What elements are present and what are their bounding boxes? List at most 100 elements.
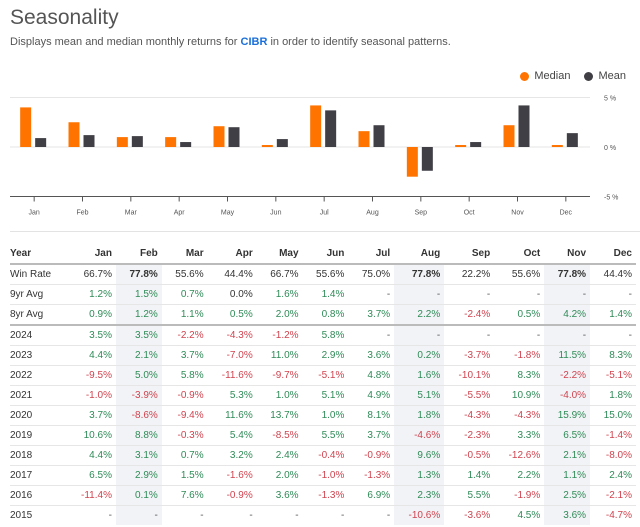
column-header-aug: Aug (394, 244, 445, 265)
mean-bar-feb (83, 135, 95, 147)
x-tick-label: Feb (76, 210, 88, 217)
table-cell: 3.1% (115, 445, 162, 466)
table-cell: 15.9% (544, 405, 591, 426)
table-cell: 3.6% (348, 345, 395, 366)
table-cell: 1.5% (115, 284, 162, 305)
table-row: 2022 -9.5% 5.0% 5.8% -11.6% -9.7% -5.1% 4.8% 1.6… (10, 365, 636, 386)
column-header-may: May (256, 244, 303, 265)
table-cell: 3.2% (207, 445, 257, 466)
table-cell: 10.6% (66, 425, 116, 446)
table-cell: -5.5% (444, 385, 495, 406)
row-label: 2020 (10, 405, 67, 426)
table-cell: 0.8% (302, 304, 349, 326)
table-cell: -1.9% (494, 485, 545, 506)
table-cell: 2.2% (494, 465, 545, 486)
table-cell: 4.2% (544, 304, 591, 326)
table-cell: 2.2% (394, 304, 445, 326)
table-cell: -1.0% (302, 465, 349, 486)
table-cell: 8.1% (348, 405, 395, 426)
table-cell: 1.4% (302, 284, 349, 305)
row-label: Win Rate (10, 263, 67, 285)
table-cell: 1.0% (256, 385, 303, 406)
table-cell: -1.3% (348, 465, 395, 486)
column-header-mar: Mar (161, 244, 208, 265)
table-cell: 0.5% (494, 304, 545, 326)
x-tick-label: Dec (560, 210, 573, 217)
table-cell: -9.4% (161, 405, 208, 426)
table-cell: 6.9% (348, 485, 395, 506)
median-bar-mar (116, 137, 128, 147)
table-cell: -2.1% (590, 485, 636, 506)
mean-bar-sep (421, 147, 433, 171)
table-cell: 5.8% (161, 365, 208, 386)
legend-item-median[interactable]: Median (520, 70, 570, 82)
table-cell: -1.3% (302, 485, 349, 506)
table-cell: - (302, 505, 349, 525)
table-cell: -12.6% (494, 445, 545, 466)
table-row: 2017 6.5% 2.9% 1.5% -1.6% 2.0% -1.0% -1.3% 1.3% 1… (10, 465, 636, 486)
row-label: 2018 (10, 445, 67, 466)
table-cell: -0.9% (348, 445, 395, 466)
table-cell: -4.0% (544, 385, 591, 406)
table-cell: - (66, 505, 116, 525)
table-row: 9yr Avg 1.2% 1.5% 0.7% 0.0% 1.6% 1.4% - - - - - - (10, 284, 636, 305)
column-header-apr: Apr (207, 244, 257, 265)
table-cell: 10.9% (494, 385, 545, 406)
column-header-dec: Dec (590, 244, 636, 265)
column-header-jun: Jun (302, 244, 349, 265)
table-cell: -4.3% (444, 405, 495, 426)
table-cell: 4.9% (348, 385, 395, 406)
table-cell: -4.7% (590, 505, 636, 525)
table-cell: 5.0% (115, 365, 162, 386)
table-cell: 0.5% (207, 304, 257, 326)
table-cell: 44.4% (207, 263, 257, 285)
table-cell: 3.7% (348, 304, 395, 326)
median-bar-may (213, 126, 225, 147)
column-header-sep: Sep (444, 244, 495, 265)
median-bar-jan (20, 107, 32, 147)
table-cell: -9.7% (256, 365, 303, 386)
table-cell: -0.9% (161, 385, 208, 406)
table-cell: -1.6% (207, 465, 257, 486)
table-cell: 0.9% (66, 304, 116, 326)
table-cell: 0.1% (115, 485, 162, 506)
table-cell: 2.5% (544, 485, 591, 506)
table-cell: -3.7% (444, 345, 495, 366)
table-cell: 3.6% (256, 485, 303, 506)
mean-dot-icon (584, 71, 594, 81)
table-cell: 7.6% (161, 485, 208, 506)
table-cell: 11.5% (544, 345, 591, 366)
table-cell: 5.1% (302, 385, 349, 406)
table-cell: 2.3% (394, 485, 445, 506)
table-cell: -1.0% (66, 385, 116, 406)
median-bar-sep (406, 147, 418, 177)
mean-bar-jun (276, 139, 288, 147)
row-label: 2021 (10, 385, 67, 406)
table-cell: 4.8% (348, 365, 395, 386)
mean-bar-dec (566, 133, 578, 147)
ticker-link[interactable]: CIBR (241, 36, 268, 48)
table-cell: 75.0% (348, 263, 395, 285)
legend-item-mean[interactable]: Mean (584, 70, 626, 82)
table-cell: 1.4% (444, 465, 495, 486)
table-cell: 5.8% (302, 324, 349, 346)
column-header-jan: Jan (66, 244, 116, 265)
table-cell: -8.0% (590, 445, 636, 466)
table-cell: - (348, 284, 395, 305)
table-cell: - (161, 505, 208, 525)
mean-bar-oct (470, 142, 482, 147)
median-bar-nov (503, 125, 515, 147)
x-tick-label: Mar (125, 210, 138, 217)
table-cell: 2.9% (302, 345, 349, 366)
mean-bar-aug (373, 125, 385, 147)
table-cell: -10.1% (444, 365, 495, 386)
table-cell: 2.4% (590, 465, 636, 486)
table-cell: 15.0% (590, 405, 636, 426)
table-cell: 1.1% (544, 465, 591, 486)
legend-mean-label: Mean (598, 70, 626, 82)
x-tick-label: May (221, 210, 235, 217)
table-cell: 1.2% (115, 304, 162, 326)
subtitle: Displays mean and median monthly returns… (10, 36, 451, 48)
table-cell: -4.3% (207, 324, 257, 346)
table-cell: 22.2% (444, 263, 495, 285)
